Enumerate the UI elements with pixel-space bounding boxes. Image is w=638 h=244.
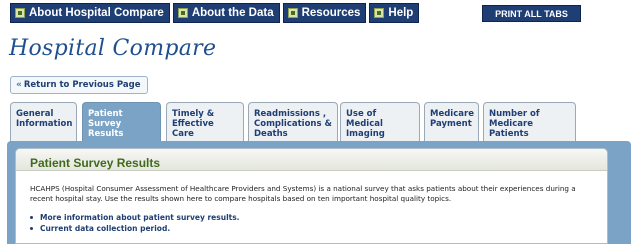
list-item: More information about patient survey re… bbox=[30, 212, 240, 223]
chart-icon bbox=[177, 8, 188, 18]
nav-label: Resources bbox=[301, 7, 361, 19]
tab-label: Number of bbox=[489, 109, 540, 119]
tab-label: Readmissions , bbox=[254, 109, 327, 119]
tab-general-information[interactable]: General Information bbox=[10, 102, 77, 142]
tab-label: Medicare Patients bbox=[489, 119, 533, 139]
nav-label: About the Data bbox=[191, 7, 274, 19]
tab-use-of-medical-imaging[interactable]: Use of Medical Imaging bbox=[340, 102, 420, 142]
tab-readmissions-complications-deaths[interactable]: Readmissions , Complications & Deaths bbox=[248, 102, 338, 142]
tab-label: Effective Care bbox=[172, 119, 214, 139]
bullet-icon bbox=[30, 216, 33, 219]
return-label: Return to Previous Page bbox=[23, 80, 141, 90]
tab-label: Use of Medical bbox=[346, 109, 383, 129]
info-links: More information about patient survey re… bbox=[30, 212, 240, 234]
tab-label: Information bbox=[16, 119, 73, 129]
tab-number-of-medicare-patients[interactable]: Number of Medicare Patients bbox=[483, 102, 576, 142]
list-icon bbox=[287, 8, 298, 18]
double-chevron-left-icon: « bbox=[16, 80, 22, 90]
help-icon bbox=[374, 8, 385, 18]
patient-survey-panel: Patient Survey Results HCAHPS (Hospital … bbox=[15, 148, 608, 244]
resources-button[interactable]: Resources bbox=[282, 3, 367, 23]
tab-label: Imaging bbox=[346, 129, 385, 139]
tab-label: Patient Survey bbox=[88, 109, 123, 129]
nav-label: Help bbox=[388, 7, 414, 19]
panel-description: HCAHPS (Hospital Consumer Assessment of … bbox=[30, 184, 576, 203]
list-item: Current data collection period. bbox=[30, 223, 240, 234]
top-nav: About Hospital Compare About the Data Re… bbox=[10, 3, 420, 25]
page-title: Hospital Compare bbox=[9, 36, 217, 61]
tab-label: Payment bbox=[430, 119, 472, 129]
data-collection-period-link[interactable]: Current data collection period. bbox=[40, 223, 170, 234]
bullet-icon bbox=[30, 227, 33, 230]
tab-label: Timely & bbox=[172, 109, 215, 119]
tab-label: Complications & bbox=[254, 119, 332, 129]
nav-label: About Hospital Compare bbox=[29, 7, 164, 19]
more-information-link[interactable]: More information about patient survey re… bbox=[40, 212, 240, 223]
tab-medicare-payment[interactable]: Medicare Payment bbox=[424, 102, 479, 142]
help-button[interactable]: Help bbox=[369, 3, 420, 23]
tab-label: Medicare bbox=[430, 109, 474, 119]
return-button[interactable]: « Return to Previous Page bbox=[10, 76, 149, 94]
about-hospital-compare-button[interactable]: About Hospital Compare bbox=[10, 3, 170, 23]
tab-label: General bbox=[16, 109, 54, 119]
panel-header: Patient Survey Results bbox=[16, 149, 607, 171]
panel-title: Patient Survey Results bbox=[30, 156, 161, 170]
tab-label: Deaths bbox=[254, 129, 288, 139]
print-all-tabs-button[interactable]: PRINT ALL TABS bbox=[482, 5, 581, 22]
tab-label: Results bbox=[88, 129, 124, 139]
page-icon bbox=[15, 8, 25, 18]
tab-patient-survey-results[interactable]: Patient Survey Results bbox=[82, 102, 161, 142]
tab-timely-effective-care[interactable]: Timely & Effective Care bbox=[166, 102, 244, 142]
about-the-data-button[interactable]: About the Data bbox=[172, 3, 280, 23]
